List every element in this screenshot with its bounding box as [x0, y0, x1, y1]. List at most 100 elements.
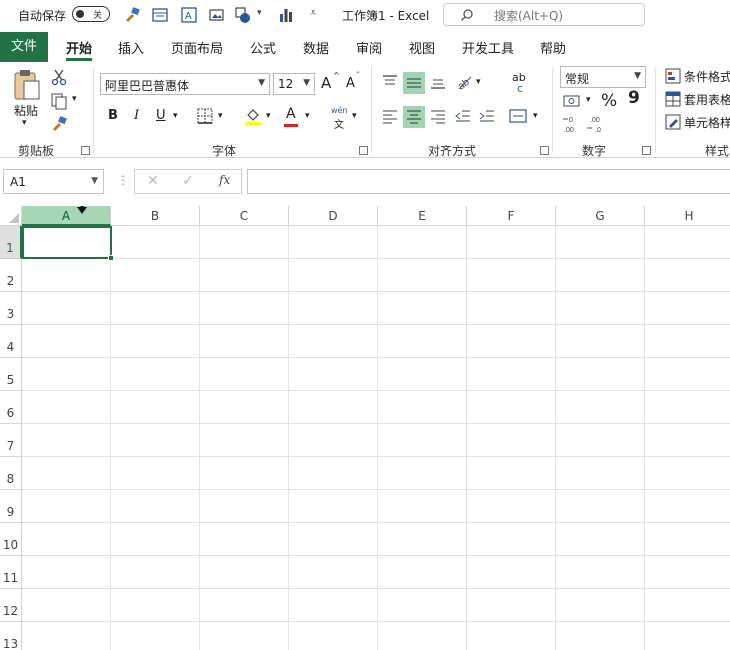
picture-icon[interactable] [208, 6, 226, 24]
column-header-g[interactable]: G [556, 206, 645, 226]
format-painter-icon[interactable] [123, 6, 141, 24]
copy-icon[interactable] [50, 92, 68, 110]
copy-dropdown-icon[interactable]: ▾ [72, 94, 77, 104]
textbox-icon[interactable]: A [180, 6, 198, 24]
align-center-button[interactable] [403, 106, 425, 128]
paste-dropdown-icon[interactable]: ▾ [22, 118, 27, 128]
cell-styles-button[interactable]: 单元格样 [684, 114, 730, 131]
row-header-13[interactable]: 13 [0, 622, 22, 650]
more-options-icon[interactable]: ⋮ [117, 173, 129, 187]
percent-button[interactable]: % [601, 91, 617, 111]
format-as-table-icon[interactable] [665, 91, 681, 107]
shrink-font-button[interactable]: A [346, 76, 355, 91]
cancel-icon[interactable]: ✕ [147, 173, 159, 189]
row-header-12[interactable]: 12 [0, 589, 22, 622]
underline-dropdown-icon[interactable]: ▾ [173, 111, 178, 121]
fill-color-dropdown-icon[interactable]: ▾ [266, 111, 271, 121]
decrease-decimal-icon[interactable]: .00.0 [586, 114, 606, 134]
font-name-select[interactable]: 阿里巴巴普惠体 ▼ [100, 73, 270, 95]
search-box[interactable]: 搜索(Alt+Q) [443, 3, 645, 26]
select-all-button[interactable] [0, 206, 22, 226]
row-header-3[interactable]: 3 [0, 292, 22, 325]
shapes-icon[interactable] [234, 6, 252, 24]
orientation-dropdown-icon[interactable]: ▾ [476, 77, 481, 87]
number-format-select[interactable]: 常规 ▼ [560, 66, 646, 88]
conditional-format-button[interactable]: 条件格式 [684, 68, 730, 85]
grow-font-button[interactable]: A [321, 74, 331, 92]
column-header-e[interactable]: E [378, 206, 467, 226]
row-header-2[interactable]: 2 [0, 259, 22, 292]
paste-label[interactable]: 粘贴 [14, 102, 38, 119]
align-bottom-icon[interactable] [429, 73, 447, 91]
cell-styles-icon[interactable] [665, 114, 681, 130]
row-header-11[interactable]: 11 [0, 556, 22, 589]
align-middle-button[interactable] [403, 72, 425, 94]
row-header-5[interactable]: 5 [0, 358, 22, 391]
column-header-f[interactable]: F [467, 206, 556, 226]
row-header-4[interactable]: 4 [0, 325, 22, 358]
number-launcher-icon[interactable] [642, 146, 651, 155]
font-color-dropdown-icon[interactable]: ▾ [305, 111, 310, 121]
row-header-8[interactable]: 8 [0, 457, 22, 490]
increase-indent-icon[interactable] [478, 107, 496, 125]
column-header-c[interactable]: C [200, 206, 289, 226]
chart-icon[interactable] [277, 6, 295, 24]
tab-formulas[interactable]: 公式 [250, 38, 276, 57]
row-header-1[interactable]: 1 [0, 226, 22, 259]
font-launcher-icon[interactable] [359, 146, 368, 155]
font-size-select[interactable]: 12 ▼ [273, 73, 315, 95]
column-header-b[interactable]: B [111, 206, 200, 226]
align-left-icon[interactable] [381, 107, 399, 125]
tab-insert[interactable]: 插入 [118, 38, 144, 57]
tab-review[interactable]: 审阅 [356, 38, 382, 57]
name-box[interactable]: A1 ▼ [3, 169, 104, 194]
accounting-format-icon[interactable] [563, 93, 581, 109]
cut-icon[interactable] [50, 68, 68, 86]
format-as-table-button[interactable]: 套用表格 [684, 91, 730, 108]
form-icon[interactable] [151, 6, 169, 24]
fill-handle[interactable] [108, 255, 114, 261]
comma-style-button[interactable]: 9 [628, 88, 640, 108]
tab-help[interactable]: 帮助 [540, 38, 566, 57]
phonetic-button[interactable]: 文 [334, 116, 344, 131]
underline-button[interactable]: U [156, 108, 166, 123]
column-header-h[interactable]: H [645, 206, 730, 226]
bold-button[interactable]: B [108, 108, 118, 123]
tab-page-layout[interactable]: 页面布局 [171, 38, 223, 57]
insert-function-button[interactable]: fx [219, 173, 230, 187]
tab-view[interactable]: 视图 [409, 38, 435, 57]
merge-center-icon[interactable] [509, 107, 527, 125]
column-header-a[interactable]: A [22, 206, 111, 226]
row-header-9[interactable]: 9 [0, 490, 22, 523]
row-header-10[interactable]: 10 [0, 523, 22, 556]
borders-dropdown-icon[interactable]: ▾ [218, 111, 223, 121]
increase-decimal-icon[interactable]: 0.00 [562, 114, 582, 134]
accounting-dropdown-icon[interactable]: ▾ [586, 95, 591, 105]
clipboard-launcher-icon[interactable] [81, 146, 90, 155]
paste-icon[interactable] [12, 68, 42, 102]
fill-color-icon[interactable] [244, 106, 262, 126]
tab-data[interactable]: 数据 [303, 38, 329, 57]
phonetic-dropdown-icon[interactable]: ▾ [352, 111, 357, 121]
merge-dropdown-icon[interactable]: ▾ [533, 111, 538, 121]
row-header-7[interactable]: 7 [0, 424, 22, 457]
tab-developer[interactable]: 开发工具 [462, 38, 514, 57]
borders-icon[interactable] [197, 108, 213, 124]
align-right-icon[interactable] [429, 107, 447, 125]
format-painter-icon[interactable] [50, 115, 68, 133]
customize-toolbar-icon[interactable]: ⩡ [310, 6, 316, 20]
row-header-6[interactable]: 6 [0, 391, 22, 424]
autosave-toggle[interactable]: 关 [72, 6, 110, 22]
column-header-d[interactable]: D [289, 206, 378, 226]
alignment-launcher-icon[interactable] [540, 146, 549, 155]
tab-home[interactable]: 开始 [66, 38, 92, 57]
decrease-indent-icon[interactable] [454, 107, 472, 125]
font-color-button[interactable]: A [286, 106, 296, 122]
shapes-dropdown-icon[interactable]: ▾ [257, 8, 262, 18]
tab-file[interactable]: 文件 [0, 32, 48, 62]
conditional-format-icon[interactable] [665, 68, 681, 84]
active-cell-a1[interactable] [22, 226, 114, 261]
formula-input[interactable] [247, 169, 730, 194]
italic-button[interactable]: I [134, 108, 139, 123]
enter-icon[interactable]: ✓ [182, 173, 194, 189]
